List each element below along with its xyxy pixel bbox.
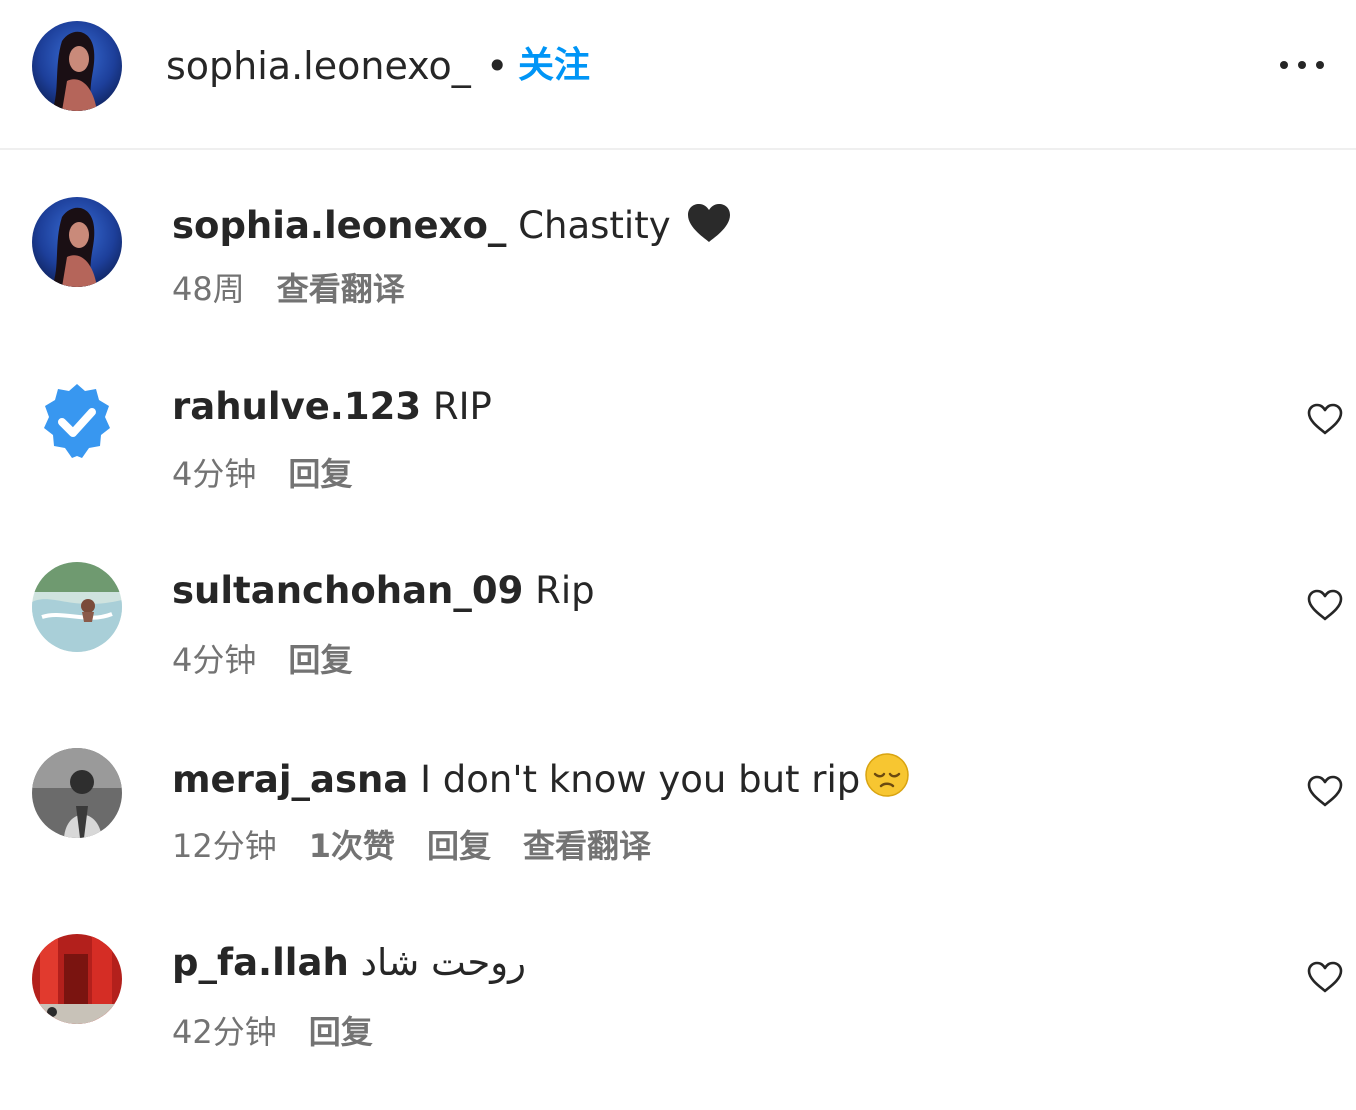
- heart-outline-icon: [1307, 403, 1343, 435]
- comment-avatar[interactable]: [32, 378, 122, 468]
- comment-username[interactable]: p_fa.llah: [172, 941, 349, 984]
- reply-button[interactable]: 回复: [309, 1012, 373, 1052]
- comments-page: sophia.leonexo_ • 关注 sophia.leonexo_ Cha…: [0, 0, 1356, 1110]
- comment-text: I don't know you but rip: [420, 758, 861, 801]
- like-button[interactable]: [1306, 588, 1344, 622]
- post-header: sophia.leonexo_ • 关注: [0, 0, 1356, 150]
- comment-item: rahulve.123 RIP 4分钟 回复: [0, 378, 1356, 528]
- comment-item: sophia.leonexo_ Chastity 48周 查看翻译: [0, 197, 1356, 347]
- comment-time: 4分钟: [172, 641, 257, 679]
- header-username[interactable]: sophia.leonexo_: [166, 42, 471, 90]
- like-button[interactable]: [1306, 960, 1344, 994]
- comment-username[interactable]: meraj_asna: [172, 758, 408, 801]
- comment-meta: 12分钟 1次赞 回复 查看翻译: [172, 826, 683, 866]
- like-button[interactable]: [1306, 774, 1344, 808]
- comment-username[interactable]: sophia.leonexo_: [172, 204, 506, 247]
- heart-outline-icon: [1307, 775, 1343, 807]
- pensive-face-icon: [865, 753, 910, 797]
- comment-text: روحت شاد: [360, 941, 526, 984]
- heart-outline-icon: [1307, 589, 1343, 621]
- comment-text: Chastity: [518, 204, 671, 247]
- follow-button[interactable]: 关注: [518, 42, 590, 90]
- comment-meta: 48周 查看翻译: [172, 269, 437, 309]
- comment-meta: 4分钟 回复: [172, 640, 384, 680]
- comment-avatar[interactable]: [32, 748, 122, 838]
- comment-body: p_fa.llah روحت شاد: [172, 938, 526, 988]
- more-horizontal-icon: [1280, 61, 1324, 69]
- comment-item: sultanchohan_09 Rip 4分钟 回复: [0, 562, 1356, 712]
- comment-avatar[interactable]: [32, 562, 122, 652]
- reply-button[interactable]: 回复: [288, 454, 352, 494]
- comment-time: 42分钟: [172, 1013, 277, 1051]
- comment-avatar[interactable]: [32, 934, 122, 1024]
- black-heart-icon: [688, 204, 731, 242]
- see-translation-button[interactable]: 查看翻译: [277, 269, 405, 309]
- comment-body: rahulve.123 RIP: [172, 382, 492, 432]
- like-button[interactable]: [1306, 402, 1344, 436]
- header-avatar[interactable]: [32, 21, 122, 111]
- comment-item: meraj_asna I don't know you but rip 12分钟…: [0, 748, 1356, 898]
- see-translation-button[interactable]: 查看翻译: [523, 826, 651, 866]
- comment-text: Rip: [535, 569, 595, 612]
- more-options-button[interactable]: [1270, 48, 1334, 82]
- comment-time: 4分钟: [172, 455, 257, 493]
- reply-button[interactable]: 回复: [288, 640, 352, 680]
- header-separator: •: [486, 44, 509, 88]
- comment-time: 12分钟: [172, 827, 277, 865]
- comment-text: RIP: [432, 385, 492, 428]
- comment-username[interactable]: sultanchohan_09: [172, 569, 523, 612]
- comment-meta: 42分钟 回复: [172, 1012, 405, 1052]
- comment-meta: 4分钟 回复: [172, 454, 384, 494]
- comment-item: p_fa.llah روحت شاد 42分钟 回复: [0, 934, 1356, 1084]
- comment-avatar[interactable]: [32, 197, 122, 287]
- comment-body: meraj_asna I don't know you but rip: [172, 752, 910, 805]
- heart-outline-icon: [1307, 961, 1343, 993]
- reply-button[interactable]: 回复: [427, 826, 491, 866]
- comment-body: sophia.leonexo_ Chastity: [172, 201, 732, 251]
- likes-count-button[interactable]: 1次赞: [309, 826, 395, 866]
- comment-username[interactable]: rahulve.123: [172, 385, 421, 428]
- comment-time: 48周: [172, 270, 245, 308]
- comment-body: sultanchohan_09 Rip: [172, 566, 595, 616]
